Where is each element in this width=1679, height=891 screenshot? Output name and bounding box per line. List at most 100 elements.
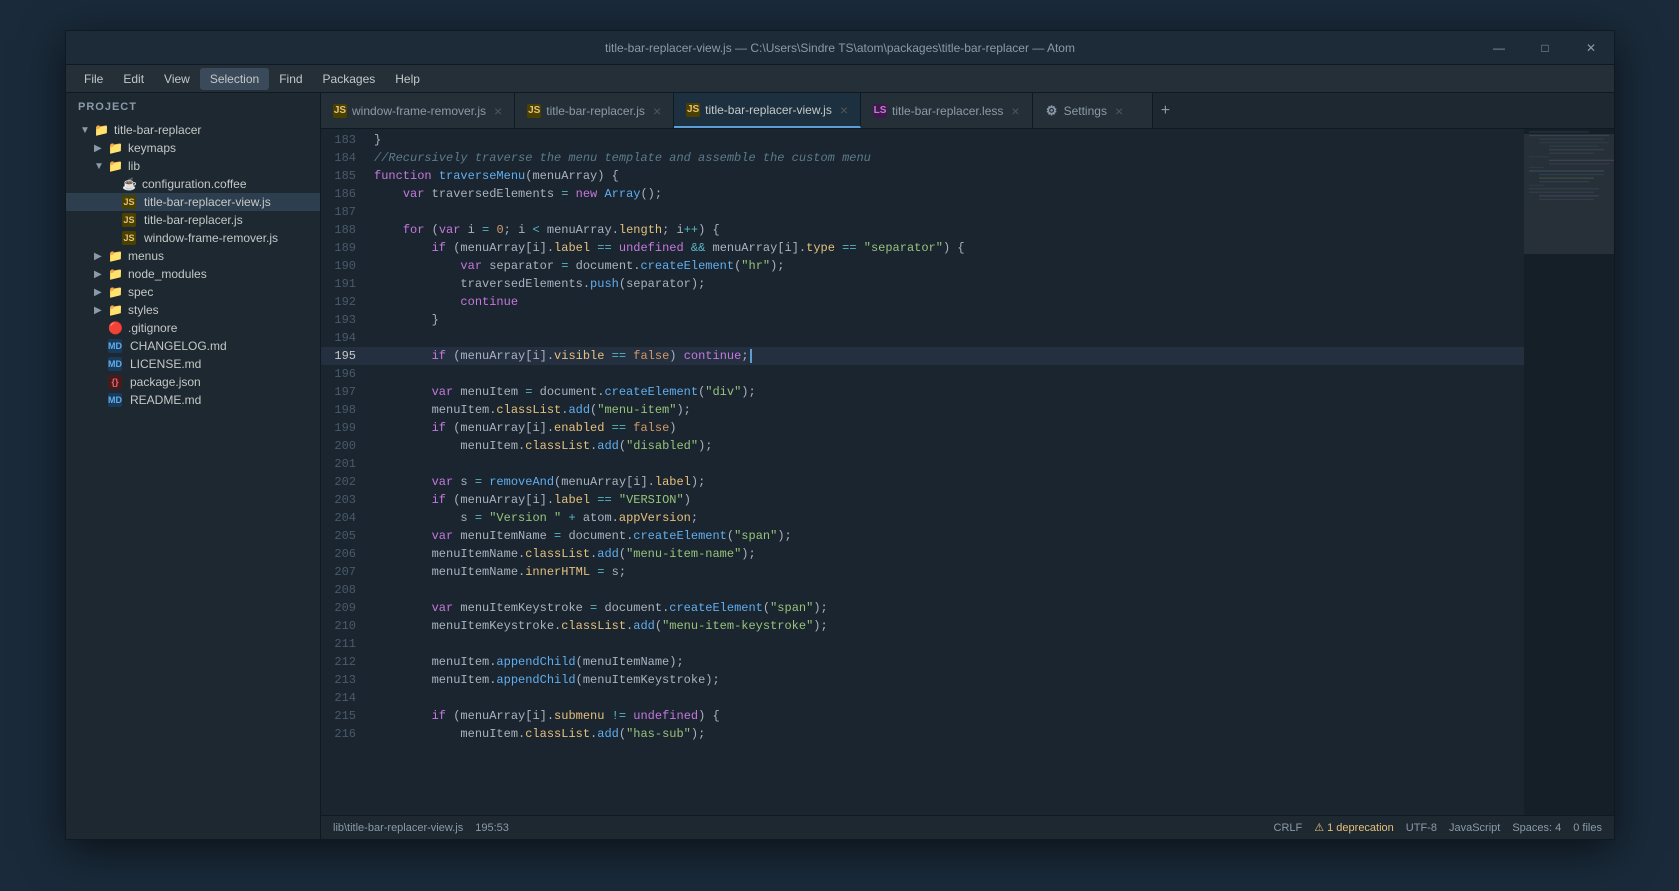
file-path: lib\title-bar-replacer-view.js xyxy=(333,822,463,834)
indent-mode[interactable]: Spaces: 4 xyxy=(1512,822,1561,834)
language[interactable]: JavaScript xyxy=(1449,822,1500,834)
tab-title-bar-replacer-view[interactable]: JS title-bar-replacer-view.js × xyxy=(674,93,861,128)
maximize-button[interactable]: □ xyxy=(1522,31,1568,65)
arrow-icon: ▶ xyxy=(94,269,108,280)
sidebar-item-styles[interactable]: ▶ 📁 styles xyxy=(66,301,320,319)
line-ending[interactable]: CRLF xyxy=(1274,822,1303,834)
tab-close-btn[interactable]: × xyxy=(494,104,502,118)
tab-close-btn[interactable]: × xyxy=(1011,104,1019,118)
code-line: s = "Version " + atom.appVersion; xyxy=(366,509,1524,527)
tab-window-frame-remover[interactable]: JS window-frame-remover.js × xyxy=(321,93,515,128)
code-line xyxy=(366,365,1524,383)
code-editor: 183 184 185 186 187 188 189 190 191 192 … xyxy=(321,129,1614,815)
md-icon: MD xyxy=(108,393,122,407)
encoding[interactable]: UTF-8 xyxy=(1406,822,1437,834)
tab-settings[interactable]: ⚙ Settings × xyxy=(1033,93,1153,128)
close-button[interactable]: ✕ xyxy=(1568,31,1614,65)
menu-view[interactable]: View xyxy=(154,68,200,90)
sidebar-item-label: .gitignore xyxy=(128,321,177,335)
menu-find[interactable]: Find xyxy=(269,68,312,90)
sidebar-item-configuration-coffee[interactable]: ▶ ☕ configuration.coffee xyxy=(66,175,320,193)
code-line: if (menuArray[i].enabled == false) xyxy=(366,419,1524,437)
code-line: //Recursively traverse the menu template… xyxy=(366,149,1524,167)
code-line xyxy=(366,455,1524,473)
menu-file[interactable]: File xyxy=(74,68,113,90)
arrow-icon: ▶ xyxy=(94,305,108,316)
deprecation-warning[interactable]: 1 deprecation xyxy=(1314,821,1394,834)
menu-edit[interactable]: Edit xyxy=(113,68,154,90)
sidebar-item-keymaps[interactable]: ▶ 📁 keymaps xyxy=(66,139,320,157)
menu-packages[interactable]: Packages xyxy=(313,68,386,90)
sidebar-item-lib[interactable]: ▼ 📁 lib xyxy=(66,157,320,175)
menu-selection[interactable]: Selection xyxy=(200,68,269,90)
line-num: 200 xyxy=(321,437,366,455)
md-icon: MD xyxy=(108,357,122,371)
sidebar-item-label: configuration.coffee xyxy=(142,177,247,191)
menu-bar: File Edit View Selection Find Packages H… xyxy=(66,65,1614,93)
menu-help[interactable]: Help xyxy=(385,68,430,90)
line-num: 205 xyxy=(321,527,366,545)
settings-tab-icon: ⚙ xyxy=(1045,104,1059,118)
sidebar-item-readme[interactable]: ▶ MD README.md xyxy=(66,391,320,409)
line-num: 199 xyxy=(321,419,366,437)
tab-title-bar-replacer-less[interactable]: LS title-bar-replacer.less × xyxy=(861,93,1033,128)
arrow-icon: ▶ xyxy=(94,143,108,154)
git-icon: 🔴 xyxy=(108,321,124,335)
tab-close-btn[interactable]: × xyxy=(840,103,848,117)
code-line: var traversedElements = new Array(); xyxy=(366,185,1524,203)
line-num: 193 xyxy=(321,311,366,329)
line-num-active: 195 xyxy=(321,347,366,365)
main-layout: Project ▼ 📁 title-bar-replacer ▶ 📁 keyma… xyxy=(66,93,1614,839)
js-tab-icon: JS xyxy=(333,104,347,118)
sidebar-item-license[interactable]: ▶ MD LICENSE.md xyxy=(66,355,320,373)
minimize-button[interactable]: — xyxy=(1476,31,1522,65)
js-icon: JS xyxy=(122,231,136,245)
code-line xyxy=(366,689,1524,707)
line-num: 192 xyxy=(321,293,366,311)
tab-title-bar-replacer[interactable]: JS title-bar-replacer.js × xyxy=(515,93,674,128)
sidebar-item-label: spec xyxy=(128,285,153,299)
less-tab-icon: LS xyxy=(873,104,887,118)
line-num: 189 xyxy=(321,239,366,257)
folder-icon: 📁 xyxy=(108,285,124,299)
sidebar-item-label: node_modules xyxy=(128,267,207,281)
sidebar-item-root[interactable]: ▼ 📁 title-bar-replacer xyxy=(66,121,320,139)
code-line: for (var i = 0; i < menuArray.length; i+… xyxy=(366,221,1524,239)
code-line: if (menuArray[i].label == "VERSION") xyxy=(366,491,1524,509)
sidebar-item-tbr[interactable]: ▶ JS title-bar-replacer.js xyxy=(66,211,320,229)
code-line xyxy=(366,581,1524,599)
sidebar-item-spec[interactable]: ▶ 📁 spec xyxy=(66,283,320,301)
sidebar-item-changelog[interactable]: ▶ MD CHANGELOG.md xyxy=(66,337,320,355)
json-icon: {} xyxy=(108,375,122,389)
code-line: var menuItemKeystroke = document.createE… xyxy=(366,599,1524,617)
main-window: title-bar-replacer-view.js — C:\Users\Si… xyxy=(65,30,1615,840)
arrow-icon: ▼ xyxy=(94,161,108,172)
code-line xyxy=(366,329,1524,347)
code-line: if (menuArray[i].submenu != undefined) { xyxy=(366,707,1524,725)
line-num: 212 xyxy=(321,653,366,671)
sidebar-item-tbr-view[interactable]: ▶ JS title-bar-replacer-view.js xyxy=(66,193,320,211)
sidebar-item-wfr[interactable]: ▶ JS window-frame-remover.js xyxy=(66,229,320,247)
minimap xyxy=(1524,129,1614,815)
sidebar-item-label: title-bar-replacer xyxy=(114,123,201,137)
code-content[interactable]: } //Recursively traverse the menu templa… xyxy=(366,129,1524,815)
tab-close-btn[interactable]: × xyxy=(653,104,661,118)
tab-close-btn[interactable]: × xyxy=(1115,104,1123,118)
add-tab-button[interactable]: + xyxy=(1153,93,1179,128)
js-icon: JS xyxy=(122,195,136,209)
sidebar-item-package-json[interactable]: ▶ {} package.json xyxy=(66,373,320,391)
line-num: 185 xyxy=(321,167,366,185)
js-tab-icon: JS xyxy=(527,104,541,118)
code-line: function traverseMenu(menuArray) { xyxy=(366,167,1524,185)
md-icon: MD xyxy=(108,339,122,353)
sidebar-item-menus[interactable]: ▶ 📁 menus xyxy=(66,247,320,265)
code-line: menuItem.appendChild(menuItemName); xyxy=(366,653,1524,671)
tab-label: title-bar-replacer.js xyxy=(546,104,645,118)
line-num: 183 xyxy=(321,131,366,149)
sidebar-item-gitignore[interactable]: ▶ 🔴 .gitignore xyxy=(66,319,320,337)
sidebar-item-node-modules[interactable]: ▶ 📁 node_modules xyxy=(66,265,320,283)
line-num: 209 xyxy=(321,599,366,617)
code-line: var menuItem = document.createElement("d… xyxy=(366,383,1524,401)
line-num: 188 xyxy=(321,221,366,239)
sidebar-item-label: lib xyxy=(128,159,140,173)
